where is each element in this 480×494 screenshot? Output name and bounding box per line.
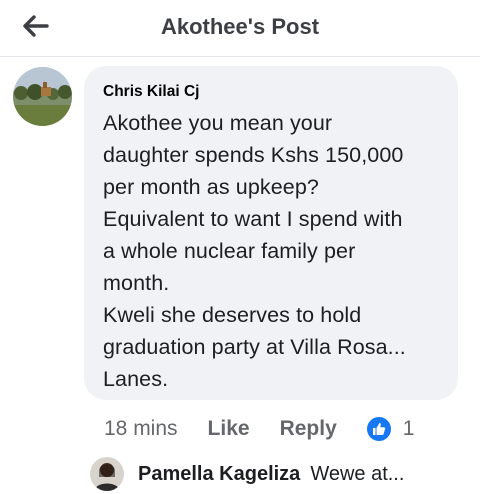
like-button[interactable]: Like xyxy=(208,417,250,441)
comment-timestamp: 18 mins xyxy=(104,417,178,440)
page-title: Akothee's Post xyxy=(160,14,320,39)
thumbs-up-icon[interactable] xyxy=(366,417,391,441)
comment-actions: 18 mins Like Reply 1 xyxy=(104,414,414,444)
reply-author: Pamella Kageliza xyxy=(138,462,301,485)
comment-author[interactable]: Chris Kilai Cj xyxy=(103,83,439,101)
reaction-count: 1 xyxy=(402,417,415,440)
comment-text: Akothee you mean your daughter spends Ks… xyxy=(103,111,406,391)
reply-button[interactable]: Reply xyxy=(280,417,337,441)
reply-preview[interactable]: Pamella Kageliza Wewe at... xyxy=(90,456,404,492)
comment-bubble: Chris Kilai Cj Akothee you mean your dau… xyxy=(84,66,458,400)
reply-snippet: Wewe at... xyxy=(310,462,405,485)
commenter-avatar[interactable] xyxy=(13,67,72,126)
top-bar: Akothee's Post xyxy=(0,0,480,57)
reply-author-avatar xyxy=(90,457,124,491)
